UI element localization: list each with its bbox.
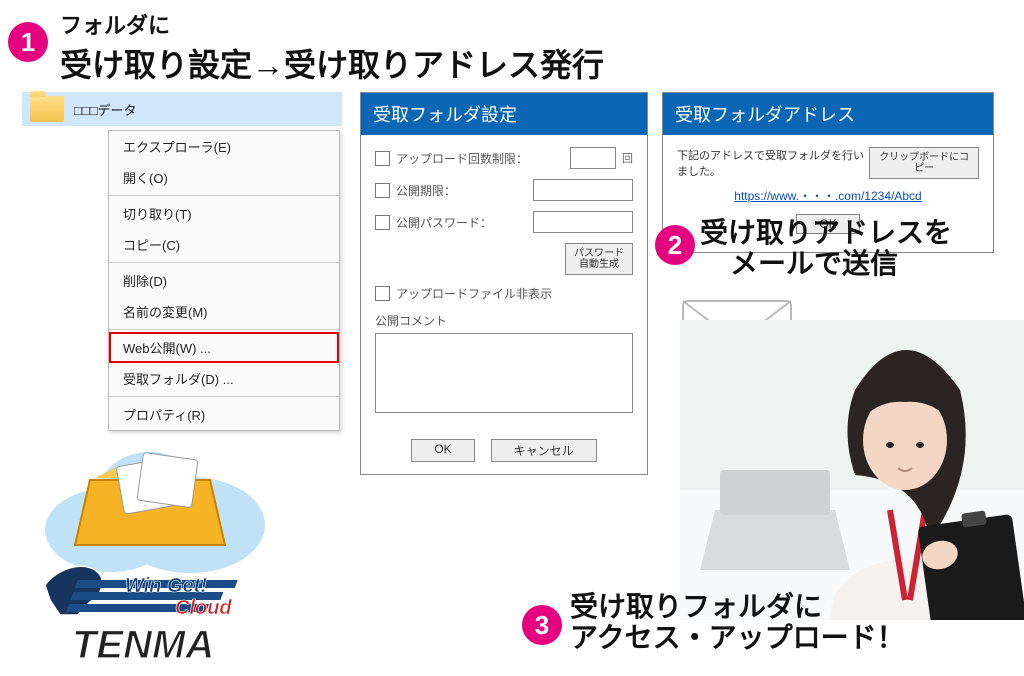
menu-recv-folder[interactable]: 受取フォルダ(D) ... bbox=[109, 363, 339, 394]
menu-separator bbox=[109, 195, 339, 196]
expiry-label: 公開期限： bbox=[396, 182, 527, 199]
folder-row[interactable]: □□□データ bbox=[22, 92, 342, 126]
expiry-checkbox[interactable] bbox=[375, 183, 390, 198]
logo-tenma: TENMA bbox=[72, 623, 214, 667]
step-1-subtitle: フォルダに bbox=[60, 8, 604, 40]
menu-open[interactable]: 開く(O) bbox=[109, 162, 339, 193]
password-checkbox[interactable] bbox=[375, 215, 390, 230]
password-label: 公開パスワード： bbox=[396, 214, 527, 231]
address-message: 下記のアドレスで受取フォルダを行いました。 bbox=[677, 147, 869, 179]
step-2-line2: メールで送信 bbox=[700, 249, 952, 280]
comment-textarea[interactable] bbox=[375, 333, 633, 413]
settings-ok-button[interactable]: OK bbox=[411, 439, 474, 462]
menu-delete[interactable]: 削除(D) bbox=[109, 265, 339, 296]
step-1-title: 受け取り設定→受け取りアドレス発行 bbox=[60, 40, 604, 86]
comment-label: 公開コメント bbox=[375, 312, 633, 329]
menu-separator bbox=[109, 396, 339, 397]
settings-dialog: 受取フォルダ設定 アップロード回数制限： 回 公開期限： 公開パスワード： パス… bbox=[360, 92, 648, 475]
step-3-heading: 受け取りフォルダに アクセス・アップロード！ bbox=[570, 592, 905, 654]
menu-separator bbox=[109, 262, 339, 263]
folder-panel: □□□データ エクスプローラ(E) 開く(O) 切り取り(T) コピー(C) 削… bbox=[22, 92, 342, 126]
folder-name: □□□データ bbox=[74, 100, 137, 119]
hide-file-label: アップロードファイル非表示 bbox=[396, 285, 633, 302]
product-logo: Win Get! Cloud TENMA bbox=[20, 400, 310, 660]
menu-rename[interactable]: 名前の変更(M) bbox=[109, 296, 339, 327]
password-generate-button[interactable]: パスワード 自動生成 bbox=[565, 243, 633, 275]
password-input[interactable] bbox=[533, 211, 633, 233]
menu-copy[interactable]: コピー(C) bbox=[109, 229, 339, 260]
address-url-link[interactable]: https://www.・・・.com/1234/Abcd bbox=[677, 187, 979, 204]
upload-limit-checkbox[interactable] bbox=[375, 151, 390, 166]
copy-clipboard-button[interactable]: クリップボードにコピー bbox=[869, 147, 979, 179]
cloud-icon bbox=[30, 430, 280, 580]
menu-explorer[interactable]: エクスプローラ(E) bbox=[109, 131, 339, 162]
logo-wingget: Win Get! bbox=[125, 575, 207, 597]
context-menu: エクスプローラ(E) 開く(O) 切り取り(T) コピー(C) 削除(D) 名前… bbox=[108, 130, 340, 431]
expiry-input[interactable] bbox=[533, 179, 633, 201]
step-1-heading: フォルダに 受け取り設定→受け取りアドレス発行 bbox=[60, 8, 604, 86]
step-1-badge: 1 bbox=[8, 22, 48, 62]
upload-limit-input[interactable] bbox=[570, 147, 616, 169]
menu-cut[interactable]: 切り取り(T) bbox=[109, 198, 339, 229]
person-photo bbox=[680, 320, 1024, 620]
logo-cloud: Cloud bbox=[175, 597, 232, 619]
upload-limit-suffix: 回 bbox=[622, 150, 633, 166]
settings-cancel-button[interactable]: キャンセル bbox=[491, 439, 597, 462]
step-3-line1: 受け取りフォルダに bbox=[570, 592, 905, 623]
tenma-logo: Win Get! Cloud TENMA bbox=[30, 560, 310, 670]
step-3-badge: 3 bbox=[522, 605, 562, 645]
step-2-line1: 受け取りアドレスを bbox=[700, 218, 952, 249]
menu-separator bbox=[109, 329, 339, 330]
hide-file-checkbox[interactable] bbox=[375, 286, 390, 301]
address-title: 受取フォルダアドレス bbox=[663, 93, 993, 135]
menu-web-publish[interactable]: Web公開(W) ... bbox=[109, 332, 339, 363]
step-2-heading: 受け取りアドレスを メールで送信 bbox=[700, 218, 952, 280]
folder-icon bbox=[30, 96, 64, 122]
step-2-badge: 2 bbox=[655, 225, 695, 265]
settings-title: 受取フォルダ設定 bbox=[361, 93, 647, 135]
upload-limit-label: アップロード回数制限： bbox=[396, 150, 564, 167]
step-3-line2: アクセス・アップロード！ bbox=[570, 623, 905, 654]
